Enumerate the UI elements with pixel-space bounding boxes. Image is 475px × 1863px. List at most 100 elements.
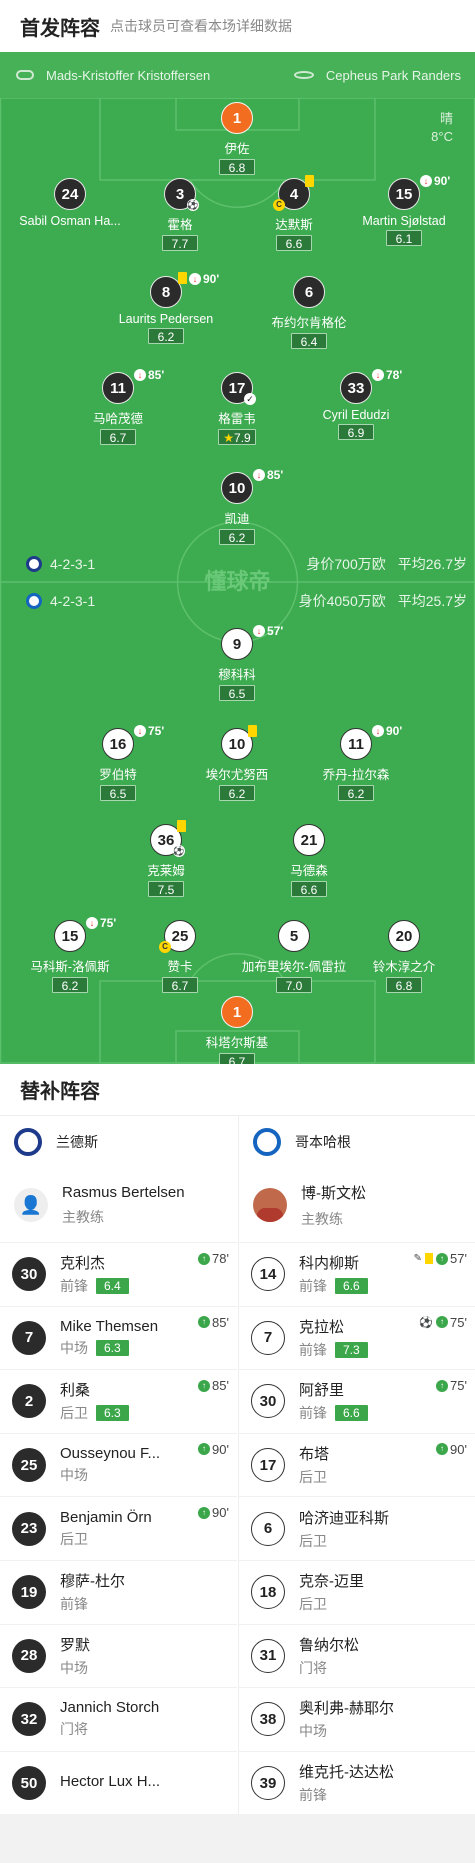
sub-player-row[interactable]: 28 罗默 中场 [0,1623,237,1688]
sub-player-row[interactable]: 31 鲁纳尔松 门将 [239,1623,475,1688]
sub-name: 哈济迪亚科斯 [299,1509,390,1527]
away-team-row[interactable]: 哥本哈根 [239,1116,475,1168]
number-text: 15 [61,927,79,945]
player-rating: 6.8 [386,977,422,993]
goal-ball-icon: ⚽ [173,845,185,857]
away-player[interactable]: 11 ↓ 90' 乔丹-拉尔森 6.2 [286,724,426,803]
sub-off-icon: ↓ [420,175,432,187]
sub-off-badge: ↓ 90' [372,724,402,738]
home-team-name: 兰德斯 [56,1134,98,1150]
home-player[interactable]: 1 伊佐 6.8 [167,102,307,177]
sub-off-badge: ↓ 90' [189,272,219,286]
home-player[interactable]: 10 ↓ 85' 凯迪 6.2 [167,468,307,547]
home-player[interactable]: 15 ↓ 90' Martin Sjølstad 6.1 [334,174,474,248]
sub-name: 布塔 [299,1446,330,1464]
sub-on-badge: ⚽ ↑ 75' [419,1315,467,1330]
sub-player-row[interactable]: 7 Mike Themsen 中场 6.3 ↑ 85' [0,1305,237,1370]
player-number: 20 [388,920,420,952]
sub-on-badge: ↑ 90' [198,1505,229,1520]
sub-off-badge: ↓ 85' [253,468,283,482]
home-player[interactable]: 6 布约尔肯格伦 6.4 [239,276,379,351]
sub-player-row[interactable]: 50 Hector Lux H... [0,1750,237,1815]
sub-player-row[interactable]: 18 克奈-迈里 后卫 [239,1559,475,1624]
stadium-icon [293,71,314,79]
sub-player-row[interactable]: 30 克利杰 前锋 6.4 ↑ 78' [0,1242,237,1306]
sub-name: 克奈-迈里 [299,1573,364,1591]
sub-on-badge: ↑ 90' [436,1442,467,1457]
sub-position: 中场 [299,1723,327,1740]
player-rating: 6.6 [276,235,312,251]
home-coach-name[interactable]: Mads-Kristoffer Kristoffersen [46,68,210,83]
sub-off-icon: ↓ [372,369,384,381]
home-coach-bar: Mads-Kristoffer Kristoffersen Cepheus Pa… [0,52,475,98]
sub-number: 50 [12,1766,46,1801]
sub-position: 后卫 [60,1530,88,1547]
away-subs-column: 哥本哈根 博-斯文松 主教练 14 科内柳斯 前锋 6.6 ✎ ↑ 57' 7 克拉松 前锋 7.3… [238,1116,475,1814]
player-rating: 6.1 [386,230,422,246]
away-coach-row[interactable]: 博-斯文松 主教练 [239,1168,475,1242]
sub-name: 利桑 [60,1382,91,1400]
sub-off-badge: ↓ 57' [253,624,283,638]
sub-position: 前锋 [299,1405,327,1422]
sub-position: 中场 [60,1659,88,1676]
sub-rating: 6.3 [96,1405,129,1422]
sub-player-row[interactable]: 6 哈济迪亚科斯 后卫 [239,1496,475,1560]
sub-number: 19 [12,1575,46,1610]
sub-player-row[interactable]: 32 Jannich Storch 门将 [0,1687,237,1751]
home-player[interactable]: 8 ↓ 90' Laurits Pedersen 6.2 [96,272,236,346]
home-coach-row[interactable]: 👤 Rasmus Bertelsen 主教练 [0,1168,237,1242]
sub-number: 28 [12,1638,46,1673]
away-player[interactable]: 1 科塔尔斯基 6.7 [167,996,307,1064]
sub-position: 中场 [60,1339,88,1356]
sub-player-row[interactable]: 30 阿舒里 前锋 6.6 ↑ 75' [239,1369,475,1433]
sub-player-row[interactable]: 17 布塔 后卫 ↑ 90' [239,1432,475,1497]
sub-player-row[interactable]: 7 克拉松 前锋 7.3 ⚽ ↑ 75' [239,1305,475,1370]
player-name: 凯迪 [224,512,250,526]
away-player[interactable]: 36 ⚽ 克莱姆 7.5 [96,820,236,899]
sub-player-row[interactable]: 19 穆萨-杜尔 前锋 [0,1559,237,1624]
sub-number: 30 [251,1384,285,1419]
away-value: 身价4050万欧 [298,593,386,609]
away-player[interactable]: 20 铃木淳之介 6.8 [334,920,474,995]
sub-player-row[interactable]: 2 利桑 后卫 6.3 ↑ 85' [0,1369,237,1433]
sub-player-row[interactable]: 38 奥利弗-赫耶尔 中场 [239,1687,475,1751]
star-icon: ★ [223,431,235,445]
sub-name: Ousseynou F... [60,1445,161,1463]
number-text: 36 [157,831,175,849]
sub-on-icon: ↑ [436,1252,449,1265]
sub-on-badge: ↑ 90' [198,1442,229,1457]
number-text: 10 [228,479,246,497]
home-formation-row: 4-2-3-1 身价700万欧 平均26.7岁 [0,552,475,576]
sub-on-icon: ↑ [198,1506,211,1519]
sub-name: Benjamin Örn [60,1508,152,1526]
sub-player-row[interactable]: 14 科内柳斯 前锋 6.6 ✎ ↑ 57' [239,1242,475,1306]
sub-player-row[interactable]: 25 Ousseynou F... 中场 ↑ 90' [0,1432,237,1497]
sub-player-row[interactable]: 39 维克托-达达松 前锋 [239,1750,475,1815]
coach-avatar-placeholder-icon: 👤 [14,1188,48,1222]
number-text: 11 [110,379,126,397]
player-rating: ★7.9 [218,429,256,445]
sub-number: 2 [12,1384,46,1419]
player-rating: 7.5 [148,881,184,897]
yellow-card-icon [425,1253,434,1264]
sub-on-minute: 57' [450,1251,467,1266]
sub-position: 后卫 [299,1596,327,1613]
subs-section: 兰德斯 👤 Rasmus Bertelsen 主教练 30 克利杰 前锋 6.4 ↑ 78… [0,1116,475,1814]
sub-player-row[interactable]: 23 Benjamin Örn 后卫 ↑ 90' [0,1496,237,1560]
home-value: 身价700万欧 [306,556,386,572]
number-text: 16 [109,735,127,753]
player-number: 1 [221,996,253,1028]
yellow-card-icon [248,725,257,737]
sub-on-icon: ↑ [198,1443,211,1456]
pitch: 懂球帝 Mads-Kristoffer Kristoffersen Cepheu… [0,52,475,1064]
captain-icon: C [273,199,285,211]
home-team-row[interactable]: 兰德斯 [0,1116,237,1168]
home-player[interactable]: 33 ↓ 78' Cyril Edudzi 6.9 [286,368,426,442]
coach-name: 博-斯文松 [301,1184,366,1202]
away-player[interactable]: 21 马德森 6.6 [239,824,379,899]
away-player[interactable]: 9 ↓ 57' 穆科科 6.5 [167,624,307,703]
sub-rating: 6.6 [335,1405,368,1422]
starting-lineup-header: 首发阵容 点击球员可查看本场详细数据 [0,0,475,52]
sub-on-badge: ↑ 85' [198,1315,229,1330]
sub-on-minute: 90' [212,1441,229,1457]
